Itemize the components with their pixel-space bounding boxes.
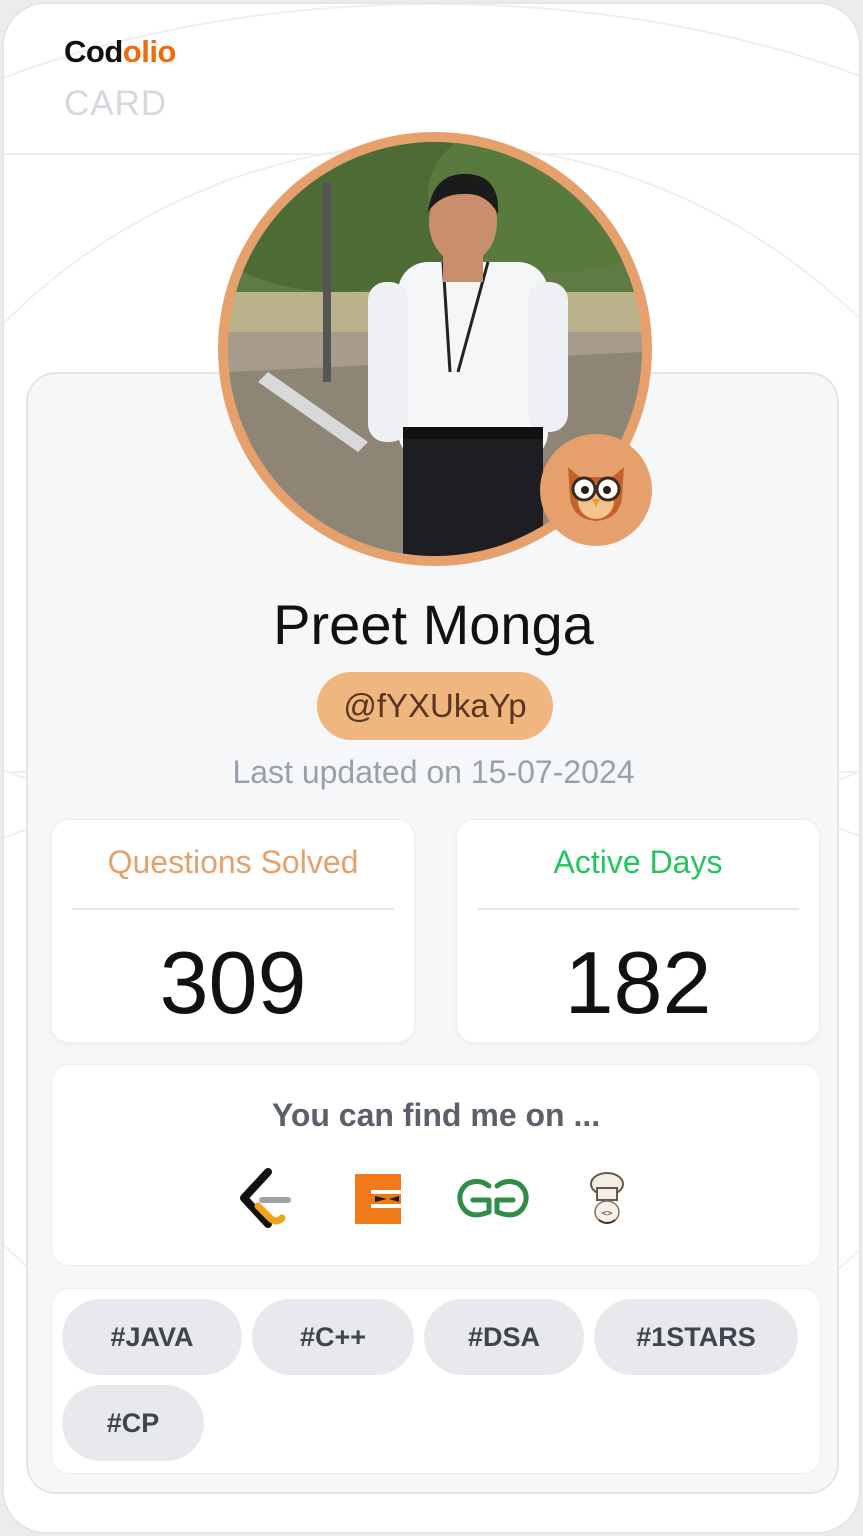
codingninjas-icon[interactable]	[338, 1159, 418, 1239]
owl-icon	[568, 467, 624, 521]
tag-1stars[interactable]: #1STARS	[594, 1299, 798, 1375]
tag-java[interactable]: #JAVA	[62, 1299, 242, 1375]
brand-suffix: olio	[122, 34, 177, 69]
owl-badge	[540, 434, 652, 546]
tag-cpp[interactable]: #C++	[252, 1299, 414, 1375]
divider	[72, 908, 394, 910]
platforms-title: You can find me on ...	[271, 1097, 601, 1133]
svg-text:<>: <>	[602, 1209, 613, 1219]
brand-subtitle: CARD	[64, 84, 168, 123]
profile-name: Preet Monga	[273, 593, 594, 656]
profile-card: Codolio CARD Preet Monga @fYXUkaYp Last …	[2, 2, 861, 1534]
brand-prefix: Cod	[64, 34, 123, 69]
questions-solved-card: Questions Solved 309	[51, 819, 415, 1043]
stat-label: Active Days	[553, 844, 723, 880]
avatar	[218, 132, 652, 566]
active-days-card: Active Days 182	[456, 819, 820, 1043]
platforms-section: You can find me on ... <>	[51, 1064, 821, 1266]
skills-section: #JAVA #C++ #DSA #1STARS #CP	[51, 1288, 821, 1474]
tag-cp[interactable]: #CP	[62, 1385, 204, 1461]
username-badge[interactable]: @fYXUkaYp	[317, 672, 553, 740]
tag-dsa[interactable]: #DSA	[424, 1299, 584, 1375]
divider	[477, 908, 799, 910]
brand-logo: Codolio	[64, 34, 176, 70]
last-updated-text: Last updated on 15-07-2024	[232, 754, 635, 790]
geeksforgeeks-icon[interactable]	[453, 1159, 533, 1239]
codechef-icon[interactable]: <>	[567, 1159, 647, 1239]
stat-value: 182	[564, 933, 712, 1032]
leetcode-icon[interactable]	[224, 1159, 304, 1239]
stat-label: Questions Solved	[107, 844, 359, 880]
stat-value: 309	[159, 933, 307, 1032]
